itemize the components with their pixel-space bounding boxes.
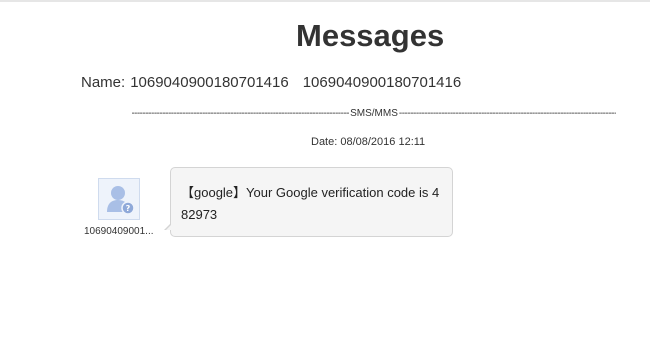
separator-dashes-right: ----------------------------------------…	[398, 108, 616, 119]
contact-name-line: Name: 1069040900180701416 1069040900180701…	[81, 74, 461, 92]
bubble-tail-fill	[166, 224, 172, 230]
separator-label: SMS/MMS	[350, 108, 398, 119]
name-label: Name:	[81, 74, 126, 91]
sender-avatar: ?	[98, 178, 140, 220]
message-body: 【google】Your Google verification code is…	[181, 185, 440, 222]
sender-number: 10690409001...	[84, 226, 154, 237]
unknown-contact-icon: ?	[99, 179, 139, 219]
separator-dashes-left: ----------------------------------------…	[132, 108, 350, 119]
name-value-secondary: 1069040900180701416	[302, 74, 462, 91]
page-title: Messages	[296, 18, 445, 53]
message-date: Date: 08/08/2016 12:11	[311, 136, 426, 148]
name-value-primary: 1069040900180701416	[130, 74, 289, 91]
message-bubble: 【google】Your Google verification code is…	[164, 167, 453, 237]
sms-mms-separator: ----------------------------------------…	[132, 108, 616, 120]
svg-text:?: ?	[126, 204, 131, 213]
top-border	[0, 0, 650, 2]
